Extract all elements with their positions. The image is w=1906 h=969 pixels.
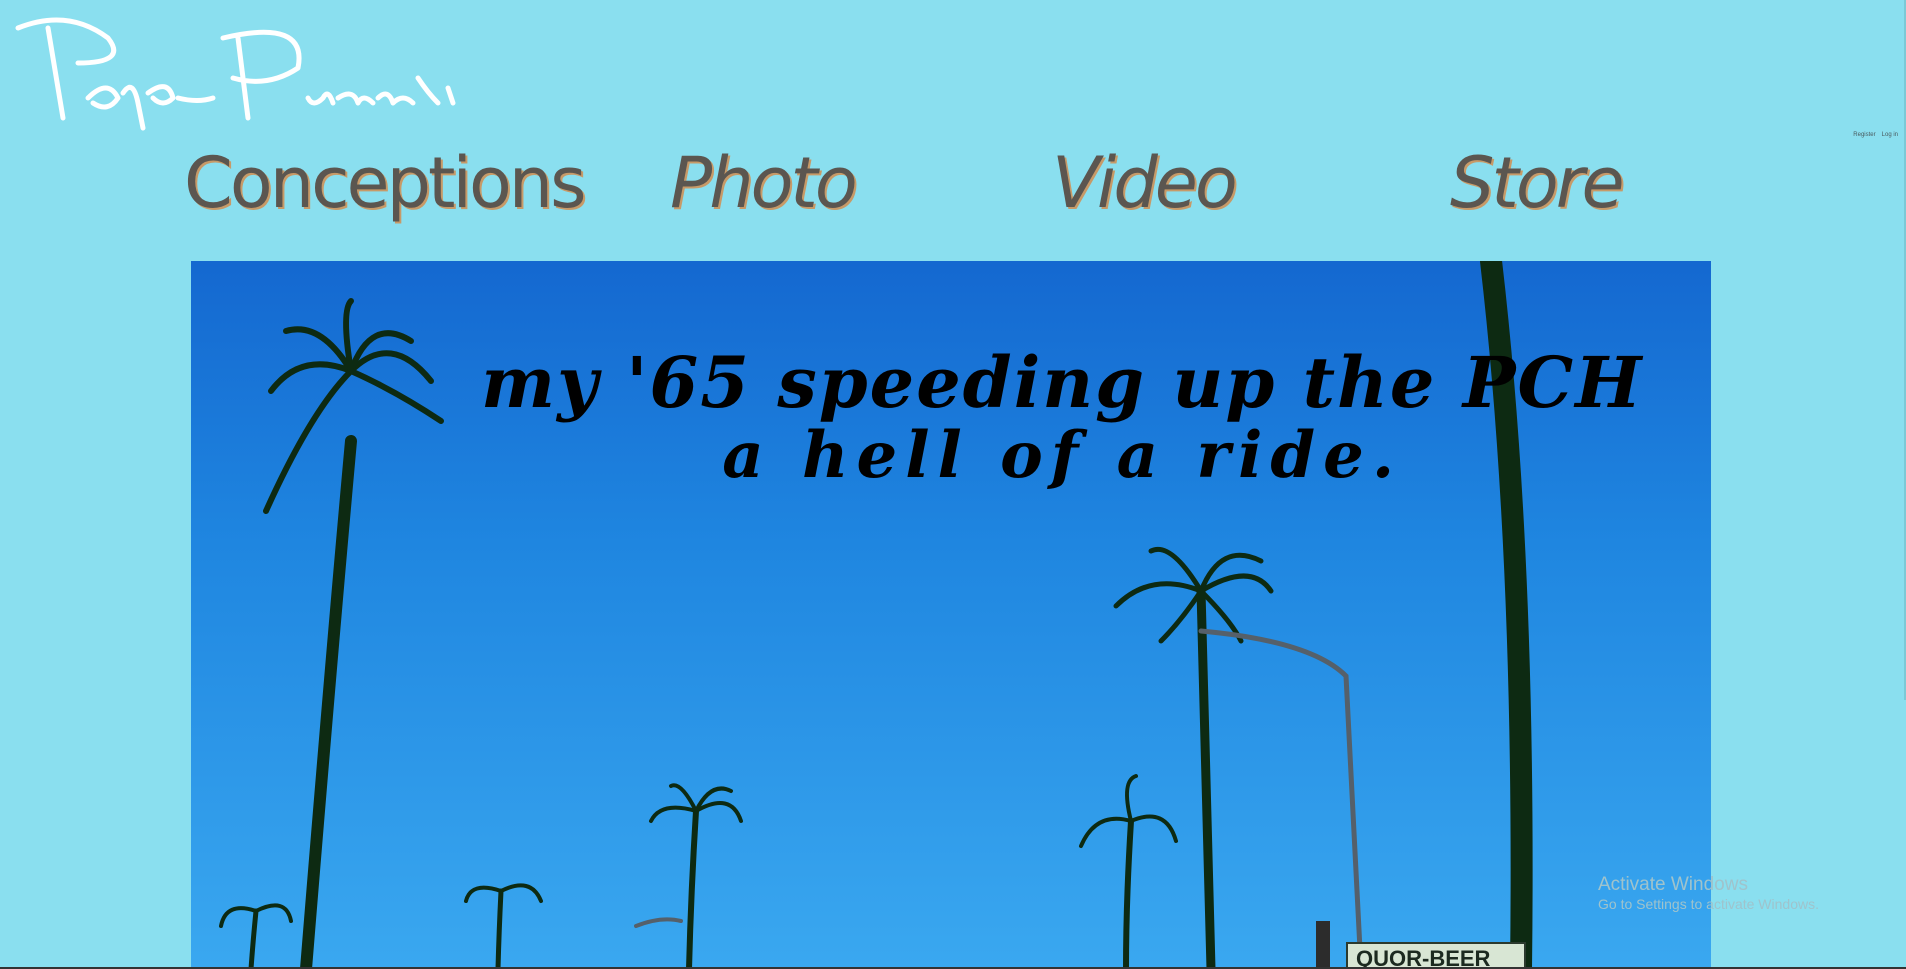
site-logo[interactable] bbox=[8, 8, 488, 138]
activate-windows-watermark: Activate Windows Go to Settings to activ… bbox=[1598, 874, 1819, 912]
activate-title: Activate Windows bbox=[1598, 874, 1748, 895]
activate-subtitle: Go to Settings to activate Windows. bbox=[1598, 896, 1819, 912]
nav-conceptions[interactable]: Conceptions bbox=[184, 142, 587, 224]
caption-line-2: a hell of a ride. bbox=[722, 418, 1403, 493]
login-link[interactable]: Log in bbox=[1882, 132, 1898, 138]
caption-line-1: my '65 speeding up the PCH bbox=[481, 341, 1644, 424]
liquor-store-sign: QUOR-BEER bbox=[1346, 942, 1526, 969]
signature-logo-graphic bbox=[15, 17, 456, 131]
handwritten-caption: my '65 speeding up the PCH a hell of a r… bbox=[481, 341, 1643, 493]
nav-store[interactable]: Store bbox=[1450, 142, 1625, 224]
nav-video[interactable]: Video bbox=[1052, 142, 1238, 224]
hero-photo: my '65 speeding up the PCH a hell of a r… bbox=[191, 261, 1711, 969]
auth-links: Register Log in bbox=[1853, 132, 1898, 138]
main-nav: Conceptions Photo Video Store bbox=[0, 142, 1906, 242]
nav-photo[interactable]: Photo bbox=[670, 142, 858, 224]
register-link[interactable]: Register bbox=[1853, 132, 1875, 138]
